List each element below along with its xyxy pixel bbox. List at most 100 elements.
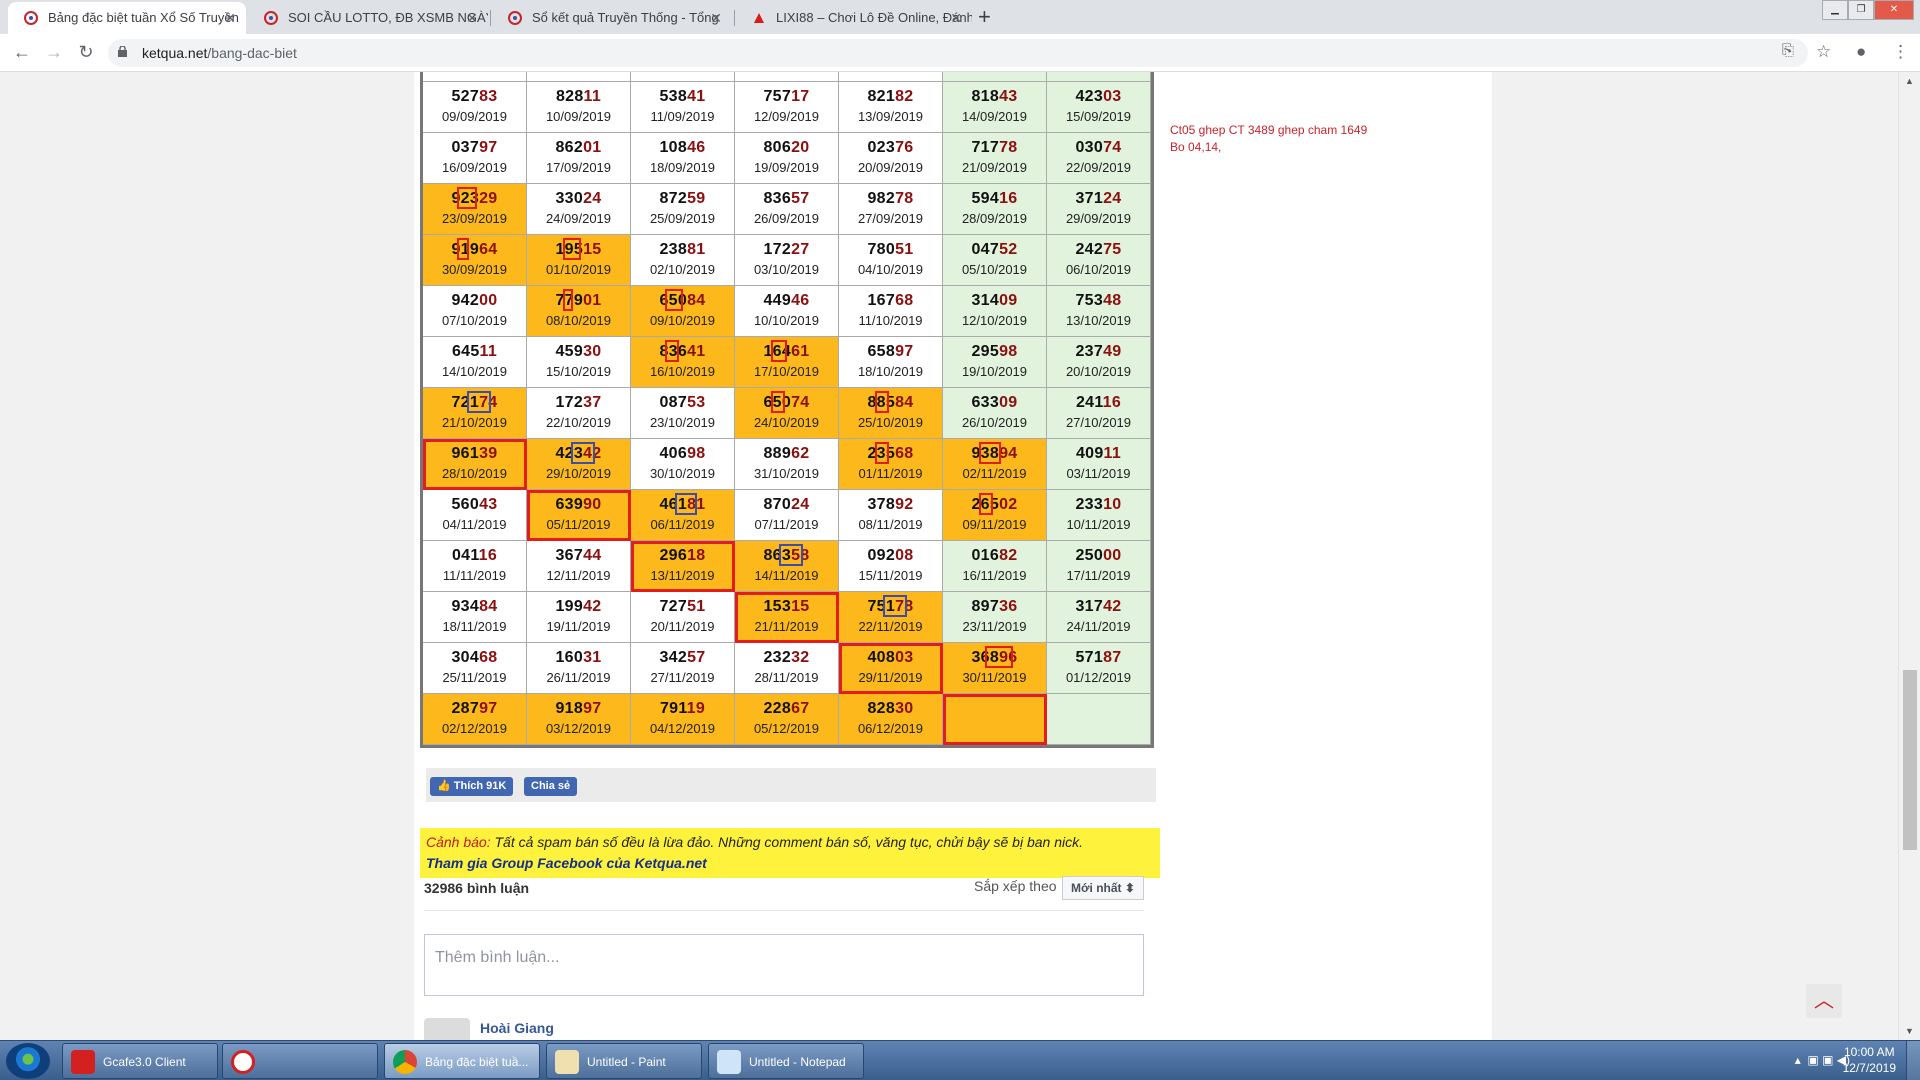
digit-highlight-mark: [875, 391, 889, 413]
result-cell: 04116 11/11/2019: [423, 541, 527, 592]
result-head-digits: 242: [1075, 241, 1104, 258]
result-number: 77901: [527, 292, 630, 310]
result-cell: 03074 22/09/2019: [1047, 133, 1151, 184]
commenter-name[interactable]: Hoài Giang: [480, 1020, 554, 1036]
draw-date: 20/11/2019: [650, 619, 715, 634]
profile-avatar-icon[interactable]: ●: [1856, 42, 1866, 62]
taskbar-notepad[interactable]: Untitled - Notepad: [708, 1043, 864, 1079]
result-tail-digits: 18: [687, 547, 706, 564]
tab-bang-dac-biet[interactable]: Bảng đặc biệt tuần Xổ Số Truyền ✕: [8, 2, 246, 34]
draw-date: 13/10/2019: [1065, 313, 1132, 328]
close-tab-icon[interactable]: ✕: [466, 2, 478, 34]
tab-title: Sổ kết quả Truyền Thống - Tổng: [532, 10, 719, 25]
result-number: 88962: [735, 445, 838, 463]
result-number: 22867: [735, 700, 838, 718]
result-head-digits: 753: [1075, 292, 1104, 309]
result-tail-digits: 15: [583, 241, 602, 258]
result-number: 31409: [943, 292, 1046, 310]
result-number: 40803: [839, 649, 942, 667]
start-button[interactable]: [6, 1043, 50, 1079]
result-cell: 93484 18/11/2019: [423, 592, 527, 643]
result-head-digits: 304: [451, 649, 480, 666]
result-tail-digits: 84: [479, 598, 498, 615]
result-tail-digits: 57: [687, 649, 706, 666]
comment-input[interactable]: Thêm bình luận...: [424, 934, 1144, 996]
page-scrollbar[interactable]: ▲ ▼: [1898, 72, 1920, 1040]
draw-date: 06/12/2019: [857, 721, 924, 736]
digit-highlight-mark: [457, 238, 469, 260]
draw-date: 10/09/2019: [545, 109, 612, 124]
draw-date: 22/11/2019: [858, 619, 923, 634]
bookmark-star-icon[interactable]: ☆: [1816, 42, 1831, 62]
draw-date: 19/10/2019: [961, 364, 1028, 379]
result-head-digits: 897: [971, 598, 1000, 615]
result-cell: 82830 06/12/2019: [839, 694, 943, 745]
close-tab-icon[interactable]: ✕: [950, 2, 962, 34]
facebook-share-button[interactable]: Chia sẻ: [524, 777, 578, 796]
result-tail-digits: 76: [895, 139, 914, 156]
draw-date: 17/10/2019: [753, 364, 820, 379]
result-head-digits: 818: [971, 88, 1000, 105]
taskbar-gcafe[interactable]: Gcafe3.0 Client: [62, 1043, 218, 1079]
result-head-digits: 314: [971, 292, 1000, 309]
taskbar-chrome[interactable]: Bảng đặc biệt tuầ...: [384, 1043, 540, 1079]
forward-arrow-icon[interactable]: →: [42, 42, 66, 63]
result-cell: 08753 23/10/2019: [631, 388, 735, 439]
address-bar[interactable]: ketqua.net/bang-dac-biet: [108, 39, 1808, 67]
result-cell: 23881 02/10/2019: [631, 235, 735, 286]
show-desktop-button[interactable]: [1906, 1041, 1920, 1080]
restore-window-icon[interactable]: ❐: [1848, 0, 1874, 20]
draw-date: 25/10/2019: [857, 415, 924, 430]
result-cell: 29598 19/10/2019: [943, 337, 1047, 388]
new-tab-button[interactable]: +: [978, 4, 991, 30]
result-cell: 82182 13/09/2019: [839, 82, 943, 133]
tab-title: SOI CẦU LOTTO, ĐB XSMB NGÀY: [288, 10, 488, 25]
result-head-digits: 594: [971, 190, 1000, 207]
result-number: 65074: [735, 394, 838, 412]
taskbar-paint[interactable]: Untitled - Paint: [546, 1043, 702, 1079]
back-arrow-icon[interactable]: ←: [10, 42, 34, 63]
draw-date: 21/11/2019: [754, 619, 819, 634]
result-head-digits: 757: [763, 88, 792, 105]
sort-select[interactable]: Mới nhất ⬍: [1062, 876, 1144, 900]
close-tab-icon[interactable]: ✕: [224, 2, 236, 34]
draw-date: 17/09/2019: [545, 160, 612, 175]
translate-icon[interactable]: ⎘: [1782, 42, 1794, 59]
tab-lixi88[interactable]: LIXI88 – Chơi Lô Đề Online, Đánh ✕: [736, 2, 972, 34]
result-cell: 17237 22/10/2019: [527, 388, 631, 439]
facebook-group-link[interactable]: Tham gia Group Facebook của Ketqua.net: [426, 855, 707, 871]
tab-soi-cau[interactable]: SOI CẦU LOTTO, ĐB XSMB NGÀY ✕: [248, 2, 488, 34]
result-head-digits: 961: [451, 445, 480, 462]
facebook-like-button[interactable]: 👍 Thích 91K: [430, 777, 514, 796]
result-head-digits: 378: [867, 496, 896, 513]
system-clock[interactable]: 10:00 AM 12/7/2019: [1843, 1044, 1896, 1076]
result-tail-digits: 61: [791, 343, 810, 360]
result-head-digits: 092: [867, 547, 896, 564]
draw-date: 01/11/2019: [858, 466, 923, 481]
close-window-icon[interactable]: ✕: [1874, 0, 1914, 20]
tab-so-ket-qua[interactable]: Sổ kết quả Truyền Thống - Tổng ✕: [492, 2, 732, 34]
result-cell: 87024 07/11/2019: [735, 490, 839, 541]
result-cell: 86201 17/09/2019: [527, 133, 631, 184]
result-cell: 42303 15/09/2019: [1047, 82, 1151, 133]
commenter-avatar: [424, 1018, 470, 1040]
scrollbar-thumb[interactable]: [1903, 670, 1917, 850]
close-tab-icon[interactable]: ✕: [710, 2, 722, 34]
result-tail-digits: 30: [583, 343, 602, 360]
result-cell: 63309 26/10/2019: [943, 388, 1047, 439]
reload-icon[interactable]: ↻: [74, 42, 98, 63]
taskbar-gcafe-2[interactable]: [222, 1043, 378, 1079]
scroll-up-arrow-icon[interactable]: ▲: [1905, 76, 1914, 86]
gcafe-app-icon: [71, 1050, 95, 1074]
menu-kebab-icon[interactable]: ⋮: [1892, 42, 1909, 62]
minimize-window-icon[interactable]: ▁: [1822, 0, 1848, 20]
result-cell: 52783 09/09/2019: [423, 82, 527, 133]
result-head-digits: 041: [451, 547, 479, 564]
result-number: 16031: [527, 649, 630, 667]
draw-date: 21/09/2019: [961, 160, 1028, 175]
draw-date: 04/12/2019: [649, 721, 716, 736]
scroll-to-top-button[interactable]: ︿: [1806, 984, 1842, 1018]
result-cell: 83641 16/10/2019: [631, 337, 735, 388]
scroll-down-arrow-icon[interactable]: ▼: [1905, 1026, 1914, 1036]
result-cell: 36896 30/11/2019: [943, 643, 1047, 694]
